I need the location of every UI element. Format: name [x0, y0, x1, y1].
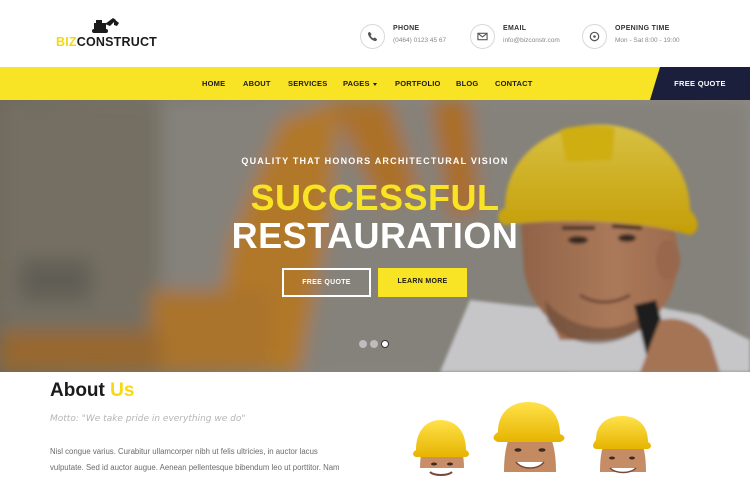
- logo[interactable]: BIZCONSTRUCT: [56, 17, 157, 49]
- hero-title-line2: RESTAURATION: [231, 215, 519, 256]
- nav-item-home-label: HOME: [202, 79, 226, 88]
- about-title-accent: Us: [110, 380, 135, 401]
- slider-dot-2[interactable]: [370, 340, 378, 348]
- hero-learn-more-button[interactable]: LEARN MORE: [378, 268, 467, 297]
- contact-email-value[interactable]: info@bizconstr.com: [503, 37, 560, 44]
- hero-subtitle: QUALITY THAT HONORS ARCHITECTURAL VISION: [241, 156, 509, 166]
- about-title: About Us: [50, 380, 134, 402]
- nav-item-contact[interactable]: CONTACT: [495, 67, 533, 100]
- slider-dot-1[interactable]: [359, 340, 367, 348]
- hero-free-quote-button[interactable]: FREE QUOTE: [282, 268, 371, 297]
- contact-time-title: OPENING TIME: [615, 25, 670, 32]
- slider-dot-3[interactable]: [381, 340, 389, 348]
- nav-item-contact-label: CONTACT: [495, 79, 533, 88]
- nav-item-pages[interactable]: PAGES: [343, 67, 377, 100]
- nav-item-blog[interactable]: BLOG: [456, 67, 478, 100]
- contact-opening-time: OPENING TIME Mon - Sat 8:00 - 19:00: [582, 24, 702, 50]
- contact-email: EMAIL info@bizconstr.com: [470, 24, 575, 50]
- nav-item-services-label: SERVICES: [288, 79, 328, 88]
- caret-down-icon: [372, 82, 377, 86]
- nav-item-blog-label: BLOG: [456, 79, 479, 88]
- header: BIZCONSTRUCT PHONE (0464) 0123 45 67 EMA…: [0, 0, 750, 67]
- contact-email-title: EMAIL: [503, 25, 527, 32]
- nav-item-home[interactable]: HOME: [202, 67, 225, 100]
- about-motto: Motto: "We take pride in everything we d…: [50, 414, 246, 424]
- excavator-icon: [92, 18, 119, 33]
- nav-item-portfolio[interactable]: PORTFOLIO: [395, 67, 441, 100]
- clock-icon: [582, 24, 607, 49]
- logo-prefix: BIZ: [56, 35, 77, 49]
- nav-item-portfolio-label: PORTFOLIO: [395, 79, 441, 88]
- slider-pagination: [359, 340, 395, 350]
- contact-phone: PHONE (0464) 0123 45 67: [360, 24, 460, 50]
- phone-icon: [360, 24, 385, 49]
- mail-icon: [470, 24, 495, 49]
- free-quote-nav-button[interactable]: FREE QUOTE: [650, 67, 750, 100]
- nav-item-pages-label: PAGES: [343, 79, 370, 88]
- about-section: About Us Motto: "We take pride in everyt…: [0, 372, 750, 480]
- main-nav: HOME ABOUT SERVICES PAGES PORTFOLIO BLOG…: [0, 67, 750, 100]
- contact-phone-value: (0464) 0123 45 67: [393, 37, 447, 44]
- logo-text: BIZCONSTRUCT: [56, 35, 157, 49]
- nav-item-about-label: ABOUT: [243, 79, 271, 88]
- hero-slider: QUALITY THAT HONORS ARCHITECTURAL VISION…: [0, 100, 750, 372]
- about-body-text: Nisl congue varius. Curabitur ullamcorpe…: [50, 447, 340, 480]
- nav-item-about[interactable]: ABOUT: [243, 67, 271, 100]
- contact-time-value: Mon - Sat 8:00 - 19:00: [615, 37, 680, 44]
- contact-phone-title: PHONE: [393, 25, 420, 32]
- workers-image: [413, 402, 651, 476]
- hero-title-line1: SUCCESSFUL: [250, 177, 500, 218]
- nav-item-services[interactable]: SERVICES: [288, 67, 327, 100]
- logo-name: CONSTRUCT: [76, 35, 158, 49]
- about-title-main: About: [50, 380, 105, 401]
